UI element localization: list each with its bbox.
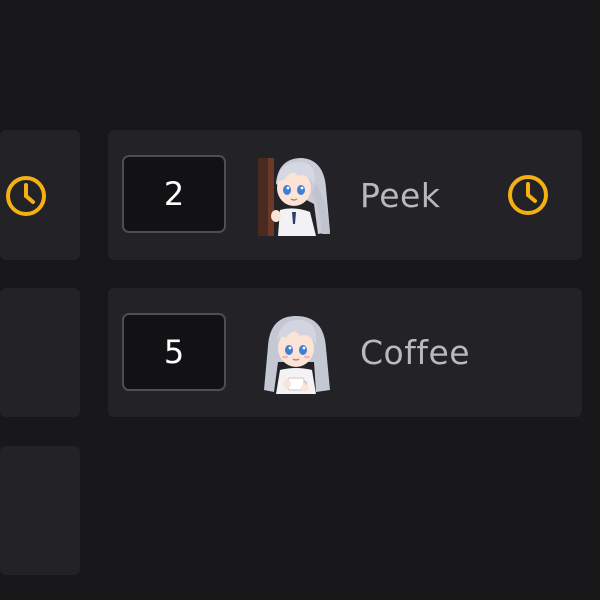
clock-icon[interactable] (506, 173, 550, 217)
sticker-card-left-1[interactable] (0, 130, 80, 260)
sticker-name-label: Coffee (360, 333, 471, 372)
sticker-name-label: Peek (360, 175, 441, 215)
sticker-card-coffee[interactable]: 5 Coffee (108, 288, 582, 417)
anime-girl-coffee-avatar (264, 316, 330, 394)
sticker-grid: 2 Peek 5 Coffee (0, 0, 600, 600)
quantity-input[interactable]: 2 (122, 155, 226, 233)
sticker-card-left-3[interactable] (0, 446, 80, 575)
anime-girl-peeking-avatar (258, 158, 330, 236)
clock-icon (6, 176, 46, 216)
quantity-input[interactable]: 5 (122, 313, 226, 391)
sticker-card-peek[interactable]: 2 Peek (108, 130, 582, 260)
sticker-card-left-2[interactable] (0, 288, 80, 417)
